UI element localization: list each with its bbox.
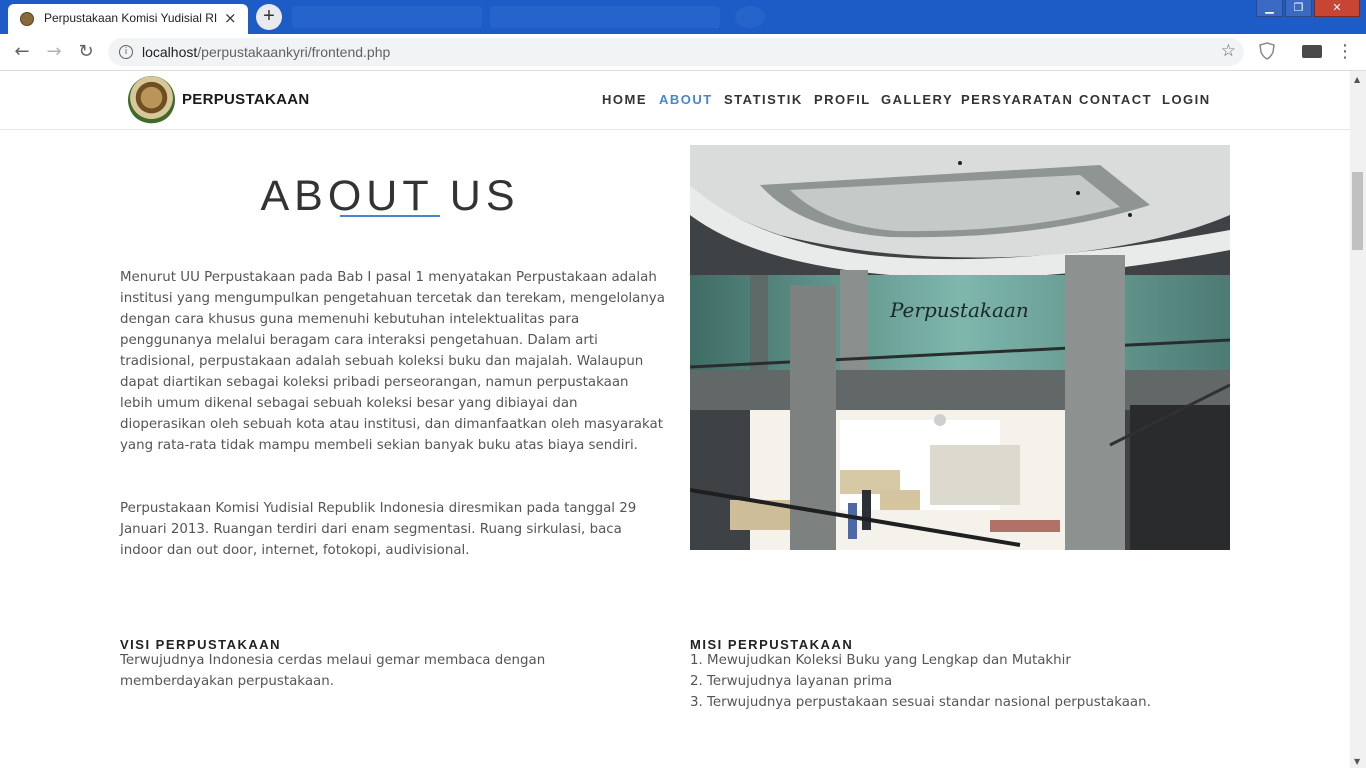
scroll-down-arrow-icon[interactable]: ▼ bbox=[1354, 757, 1360, 766]
new-tab-button[interactable]: + bbox=[256, 4, 282, 30]
browser-tab-active[interactable]: Perpustakaan Komisi Yudisial RI × bbox=[8, 4, 248, 34]
nav-about[interactable]: ABOUT bbox=[659, 92, 713, 107]
browser-titlebar: Perpustakaan Komisi Yudisial RI × + ▁ ❐ … bbox=[0, 0, 1366, 34]
background-tab[interactable] bbox=[490, 6, 720, 28]
scroll-thumb[interactable] bbox=[1352, 172, 1363, 250]
misi-item: 3. Terwujudnya perpustakaan sesuai stand… bbox=[690, 695, 1151, 710]
forward-icon[interactable]: → bbox=[42, 40, 66, 64]
library-photo: Perpustakaan bbox=[690, 145, 1230, 550]
url-path: /perpustakaankyri/frontend.php bbox=[197, 44, 391, 60]
misi-item: 2. Terwujudnya layanan prima bbox=[690, 674, 893, 689]
visi-text: Terwujudnya Indonesia cerdas melaui gema… bbox=[120, 653, 546, 689]
back-icon[interactable]: ← bbox=[10, 40, 34, 64]
scroll-up-arrow-icon[interactable]: ▲ bbox=[1354, 75, 1360, 84]
address-bar[interactable]: i localhost/perpustakaankyri/frontend.ph… bbox=[108, 38, 1244, 66]
maximize-button[interactable]: ❐ bbox=[1285, 0, 1312, 17]
close-window-button[interactable]: ✕ bbox=[1314, 0, 1360, 17]
url-host: localhost bbox=[142, 44, 198, 60]
nav-home[interactable]: HOME bbox=[602, 92, 647, 107]
extension-icon[interactable] bbox=[1302, 45, 1322, 58]
about-title: ABOUT US bbox=[260, 171, 520, 220]
logo-emblem-icon[interactable] bbox=[128, 76, 175, 124]
reload-icon[interactable]: ↻ bbox=[74, 40, 98, 64]
site-info-icon[interactable]: i bbox=[119, 45, 133, 59]
browser-menu-icon[interactable]: ⋮ bbox=[1336, 41, 1354, 62]
library-interior-illustration: Perpustakaan bbox=[690, 145, 1230, 550]
minimize-button[interactable]: ▁ bbox=[1256, 0, 1283, 17]
url-text[interactable]: localhost/perpustakaankyri/frontend.php bbox=[142, 44, 390, 60]
nav-contact[interactable]: CONTACT bbox=[1079, 92, 1152, 107]
background-tab[interactable] bbox=[292, 6, 482, 28]
page-scrollbar[interactable]: ▲ ▼ bbox=[1350, 71, 1366, 768]
bookmark-star-icon[interactable]: ☆ bbox=[1221, 41, 1236, 61]
shield-extension-icon[interactable] bbox=[1257, 42, 1277, 62]
title-underline bbox=[340, 215, 440, 217]
misi-list: 1. Mewujudkan Koleksi Buku yang Lengkap … bbox=[690, 650, 1250, 713]
window-controls: ▁ ❐ ✕ bbox=[1256, 0, 1360, 20]
nav-persyaratan[interactable]: PERSYARATAN bbox=[961, 92, 1073, 107]
site-favicon-icon bbox=[20, 12, 34, 26]
nav-login[interactable]: LOGIN bbox=[1162, 92, 1211, 107]
about-paragraph-2: Perpustakaan Komisi Yudisial Republik In… bbox=[120, 501, 637, 558]
background-tab-icon bbox=[735, 6, 765, 28]
tab-close-icon[interactable]: × bbox=[224, 9, 237, 27]
photo-sign-text: Perpustakaan bbox=[889, 298, 1029, 322]
misi-item: 1. Mewujudkan Koleksi Buku yang Lengkap … bbox=[690, 653, 1071, 668]
nav-gallery[interactable]: GALLERY bbox=[881, 92, 953, 107]
page-viewport: PERPUSTAKAAN HOME ABOUT STATISTIK PROFIL… bbox=[0, 71, 1350, 768]
browser-toolbar: ← → ↻ i localhost/perpustakaankyri/front… bbox=[0, 34, 1366, 71]
about-paragraph-1: Menurut UU Perpustakaan pada Bab I pasal… bbox=[120, 270, 665, 453]
site-header: PERPUSTAKAAN HOME ABOUT STATISTIK PROFIL… bbox=[0, 71, 1350, 130]
site-logo-text[interactable]: PERPUSTAKAAN bbox=[182, 91, 310, 108]
tab-title: Perpustakaan Komisi Yudisial RI bbox=[44, 11, 218, 25]
nav-profil[interactable]: PROFIL bbox=[814, 92, 871, 107]
nav-statistik[interactable]: STATISTIK bbox=[724, 92, 803, 107]
